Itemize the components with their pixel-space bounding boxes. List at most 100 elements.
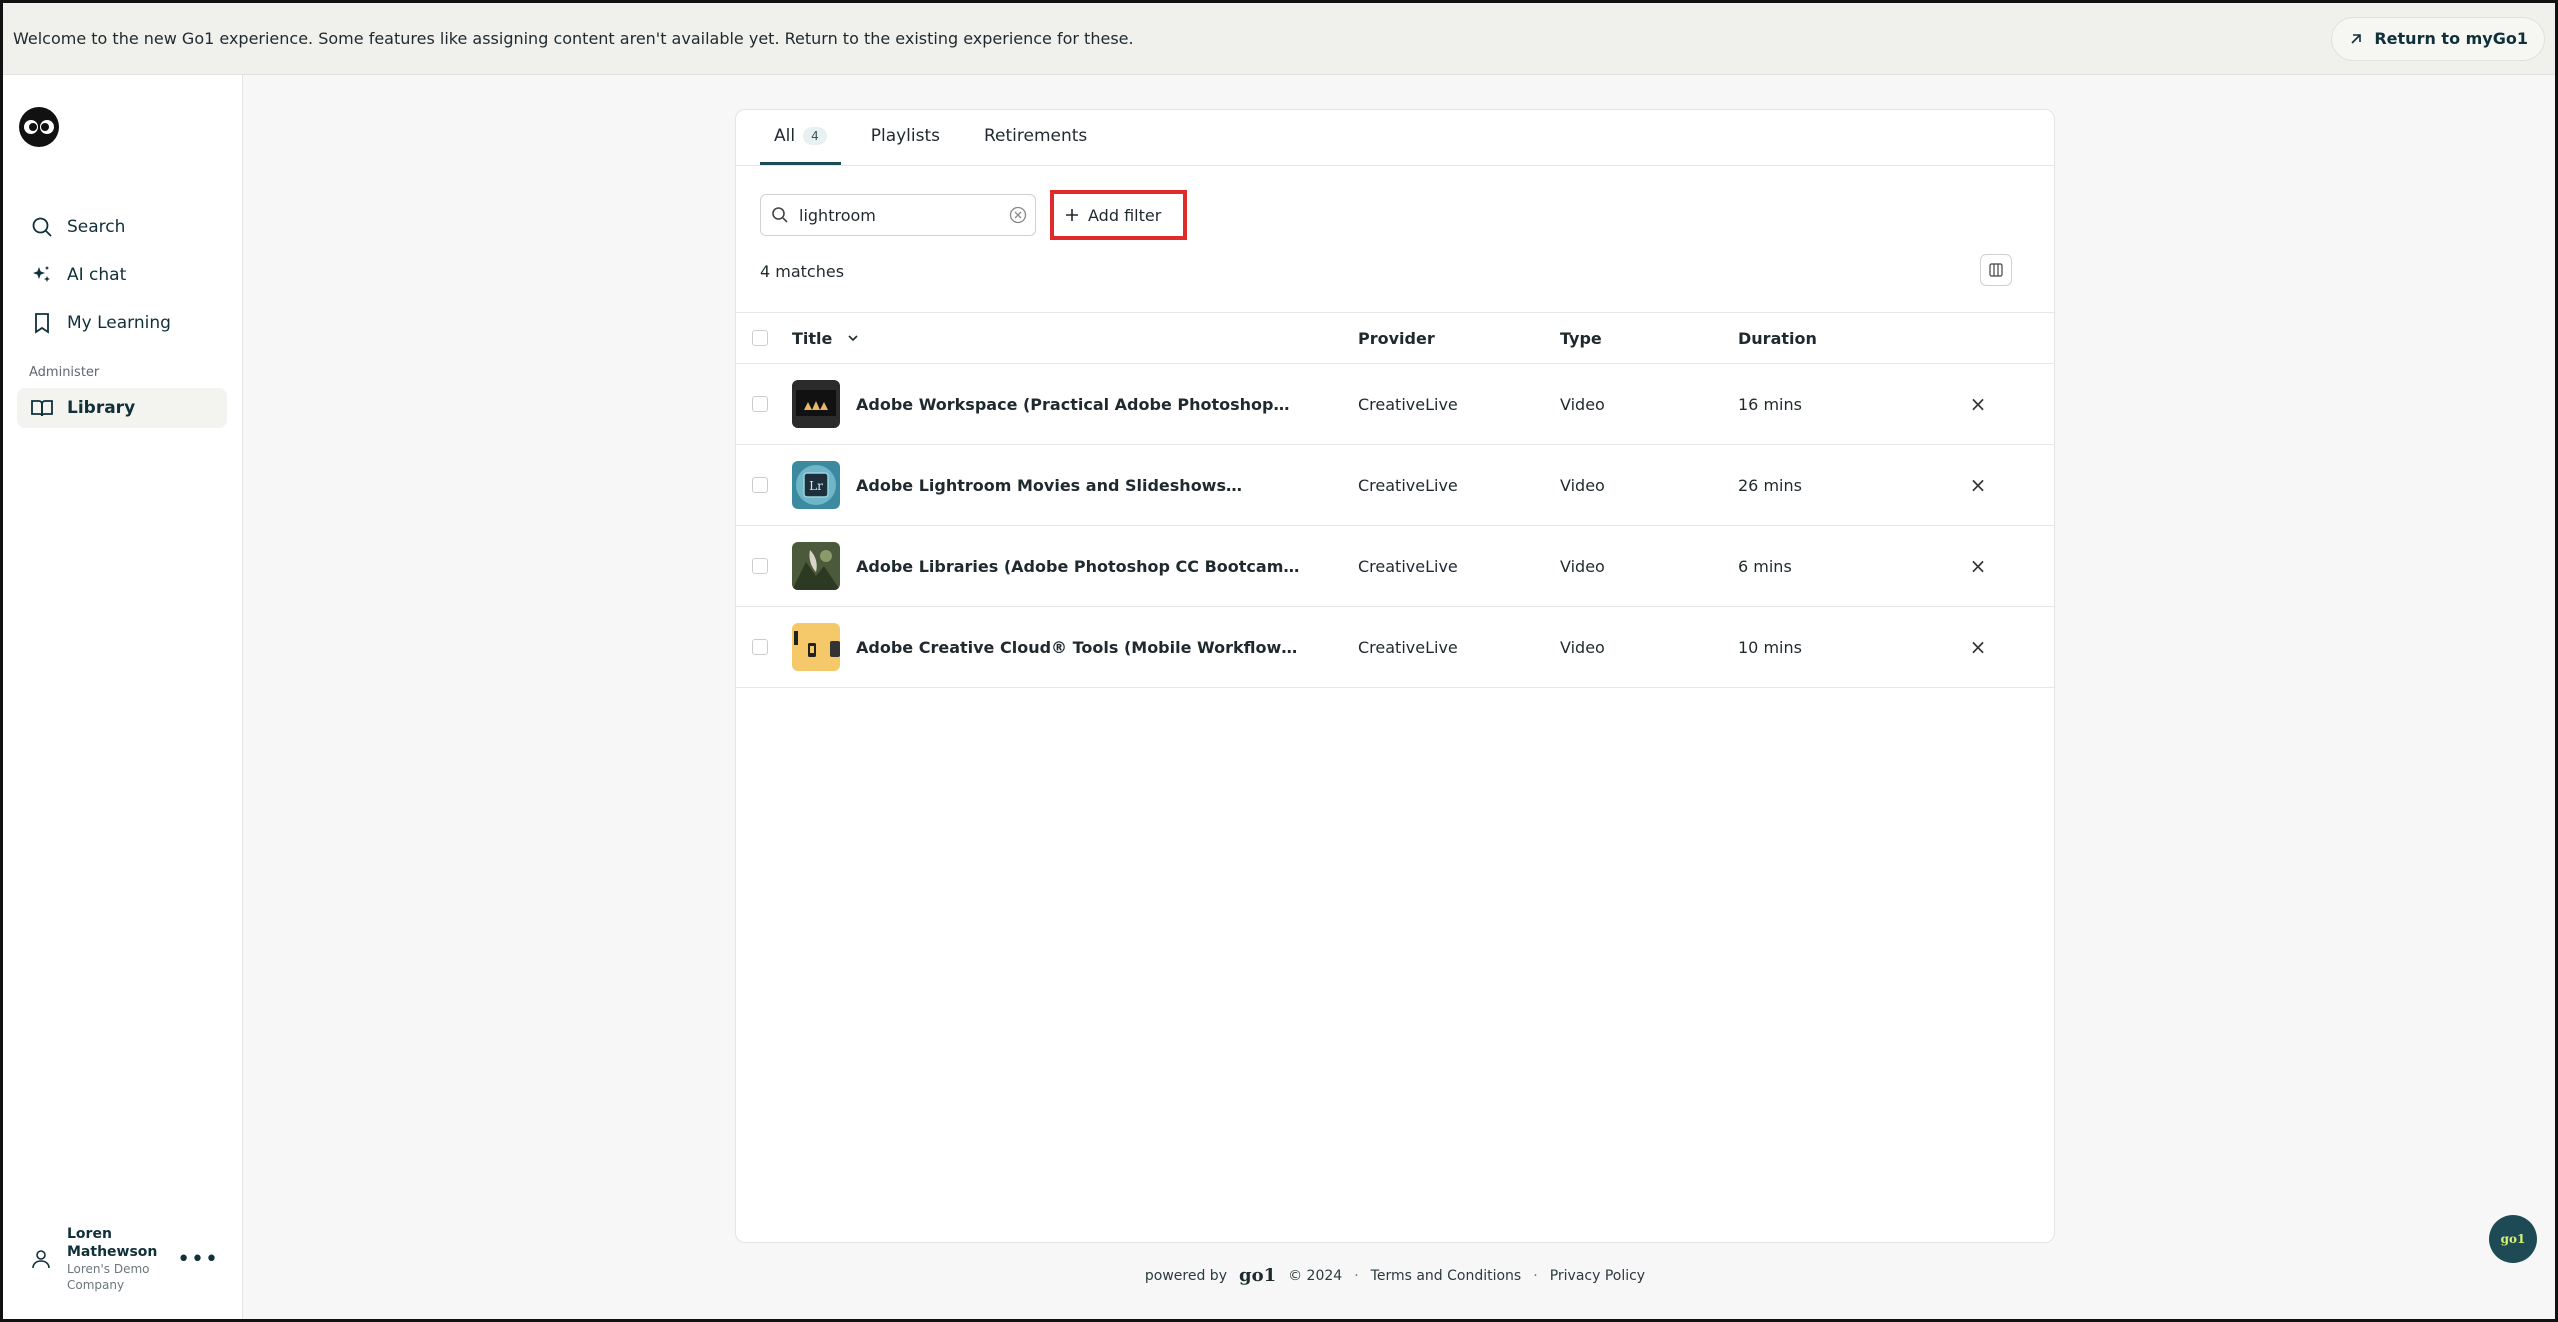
tab-label: All xyxy=(774,125,796,146)
remove-row-icon[interactable]: × xyxy=(1958,635,1998,659)
remove-row-icon[interactable]: × xyxy=(1958,554,1998,578)
sidebar-item-ai-chat[interactable]: AI chat xyxy=(17,255,227,295)
sidebar-item-my-learning[interactable]: My Learning xyxy=(17,303,227,343)
more-options-icon[interactable]: ••• xyxy=(177,1247,219,1272)
sidebar-item-search[interactable]: Search xyxy=(17,207,227,247)
user-org: Loren's Demo Company xyxy=(67,1262,150,1292)
course-title[interactable]: Adobe Workspace (Practical Adobe Photosh… xyxy=(856,395,1289,414)
user-name: Loren Mathewson xyxy=(67,1226,158,1260)
tab-count-badge: 4 xyxy=(803,126,827,145)
table-row[interactable]: Adobe Creative Cloud® Tools (Mobile Work… xyxy=(736,607,2054,688)
row-title-cell: Lr Adobe Lightroom Movies and Slideshows… xyxy=(792,461,1358,509)
separator-dot: · xyxy=(1533,1267,1538,1284)
svg-text:Lr: Lr xyxy=(809,479,823,493)
header-title-label: Title xyxy=(792,328,833,348)
library-tabs: All 4 Playlists Retirements xyxy=(736,110,2054,166)
course-thumbnail-lightroom: Lr xyxy=(792,461,840,509)
row-checkbox-cell xyxy=(736,639,792,655)
course-duration: 16 mins xyxy=(1738,394,1802,414)
search-icon xyxy=(772,207,788,223)
user-info: Loren Mathewson Loren's Demo Company xyxy=(67,1225,163,1293)
row-checkbox-cell xyxy=(736,396,792,412)
row-checkbox-cell xyxy=(736,477,792,493)
bookmark-icon xyxy=(35,313,49,334)
course-title[interactable]: Adobe Lightroom Movies and Slideshows… xyxy=(856,476,1242,495)
select-all-checkbox[interactable] xyxy=(752,330,768,346)
filter-toolbar: Add filter xyxy=(760,190,1188,240)
announcement-banner: Welcome to the new Go1 experience. Some … xyxy=(3,3,2555,75)
course-duration: 6 mins xyxy=(1738,556,1792,576)
tab-all[interactable]: All 4 xyxy=(760,109,841,165)
library-card: All 4 Playlists Retirements Add filter 4… xyxy=(735,109,2055,1243)
chevron-down-icon xyxy=(848,335,858,342)
row-checkbox-cell xyxy=(736,558,792,574)
remove-row-icon[interactable]: × xyxy=(1958,473,1998,497)
add-filter-button[interactable]: Add filter xyxy=(1050,190,1188,240)
row-checkbox[interactable] xyxy=(752,477,768,493)
tab-retirements[interactable]: Retirements xyxy=(970,109,1101,165)
matches-count: 4 matches xyxy=(760,262,845,281)
row-title-cell: Adobe Workspace (Practical Adobe Photosh… xyxy=(792,380,1358,428)
sidebar-item-label: Library xyxy=(67,398,136,418)
course-thumbnail-creative-cloud xyxy=(792,623,840,671)
banner-text: Welcome to the new Go1 experience. Some … xyxy=(13,29,1134,48)
course-provider: CreativeLive xyxy=(1358,637,1458,657)
header-type: Type xyxy=(1560,328,1602,348)
section-label-administer: Administer xyxy=(29,365,100,380)
plus-icon xyxy=(1066,209,1078,221)
remove-row-icon[interactable]: × xyxy=(1958,392,1998,416)
sparkle-icon xyxy=(33,266,50,282)
table-row[interactable]: Lr Adobe Lightroom Movies and Slideshows… xyxy=(736,445,2054,526)
terms-link[interactable]: Terms and Conditions xyxy=(1371,1268,1522,1284)
course-title[interactable]: Adobe Libraries (Adobe Photoshop CC Boot… xyxy=(856,557,1299,576)
privacy-link[interactable]: Privacy Policy xyxy=(1550,1268,1645,1284)
return-button-label: Return to myGo1 xyxy=(2374,29,2528,48)
return-to-mygo1-button[interactable]: Return to myGo1 xyxy=(2331,16,2545,61)
app-frame: Welcome to the new Go1 experience. Some … xyxy=(0,0,2558,1322)
course-provider: CreativeLive xyxy=(1358,556,1458,576)
arrow-up-right-icon xyxy=(2351,33,2362,44)
row-checkbox[interactable] xyxy=(752,639,768,655)
search-icon xyxy=(32,217,52,237)
header-duration: Duration xyxy=(1738,328,1817,348)
search-input[interactable] xyxy=(799,205,999,225)
row-checkbox[interactable] xyxy=(752,396,768,412)
go1-brand-logo: go1 xyxy=(1238,1265,1277,1286)
separator-dot: · xyxy=(1354,1267,1359,1284)
content-table: Title Provider Type Duration Adobe Works… xyxy=(736,312,2054,688)
sidebar-item-library[interactable]: Library xyxy=(17,388,227,428)
sidebar-item-label: AI chat xyxy=(67,265,127,285)
table-row[interactable]: Adobe Workspace (Practical Adobe Photosh… xyxy=(736,364,2054,445)
header-title: Title xyxy=(792,329,1358,348)
sidebar-item-label: Search xyxy=(67,217,126,237)
sort-title-button[interactable]: Title xyxy=(792,329,860,348)
table-header: Title Provider Type Duration xyxy=(736,312,2054,364)
go1-assistant-button[interactable]: go1 xyxy=(2489,1215,2537,1263)
course-thumbnail-libraries xyxy=(792,542,840,590)
user-icon xyxy=(32,1250,50,1269)
go1-logo-icon[interactable] xyxy=(17,105,61,149)
row-title-cell: Adobe Libraries (Adobe Photoshop CC Boot… xyxy=(792,542,1358,590)
course-type: Video xyxy=(1560,394,1605,414)
page-footer: powered by go1 © 2024 · Terms and Condit… xyxy=(735,1265,2055,1286)
column-settings-button[interactable] xyxy=(1980,254,2012,286)
add-filter-label: Add filter xyxy=(1088,205,1162,225)
book-open-icon xyxy=(31,400,53,417)
course-title[interactable]: Adobe Creative Cloud® Tools (Mobile Work… xyxy=(856,638,1297,657)
course-type: Video xyxy=(1560,475,1605,495)
table-row[interactable]: Adobe Libraries (Adobe Photoshop CC Boot… xyxy=(736,526,2054,607)
powered-by-label: powered by xyxy=(1144,1267,1227,1284)
columns-icon xyxy=(1989,263,2003,277)
user-profile: Loren Mathewson Loren's Demo Company ••• xyxy=(29,1225,219,1293)
clear-search-icon[interactable] xyxy=(1009,206,1027,224)
tab-playlists[interactable]: Playlists xyxy=(857,109,954,165)
copyright-text: © 2024 xyxy=(1288,1267,1343,1284)
header-checkbox-cell xyxy=(736,330,792,346)
sidebar-nav: Search AI chat My Learning Administer Li… xyxy=(17,207,227,436)
tab-label: Retirements xyxy=(984,125,1088,146)
course-type: Video xyxy=(1560,637,1605,657)
row-checkbox[interactable] xyxy=(752,558,768,574)
row-title-cell: Adobe Creative Cloud® Tools (Mobile Work… xyxy=(792,623,1358,671)
sidebar-item-label: My Learning xyxy=(67,313,171,333)
tab-label: Playlists xyxy=(870,125,940,146)
